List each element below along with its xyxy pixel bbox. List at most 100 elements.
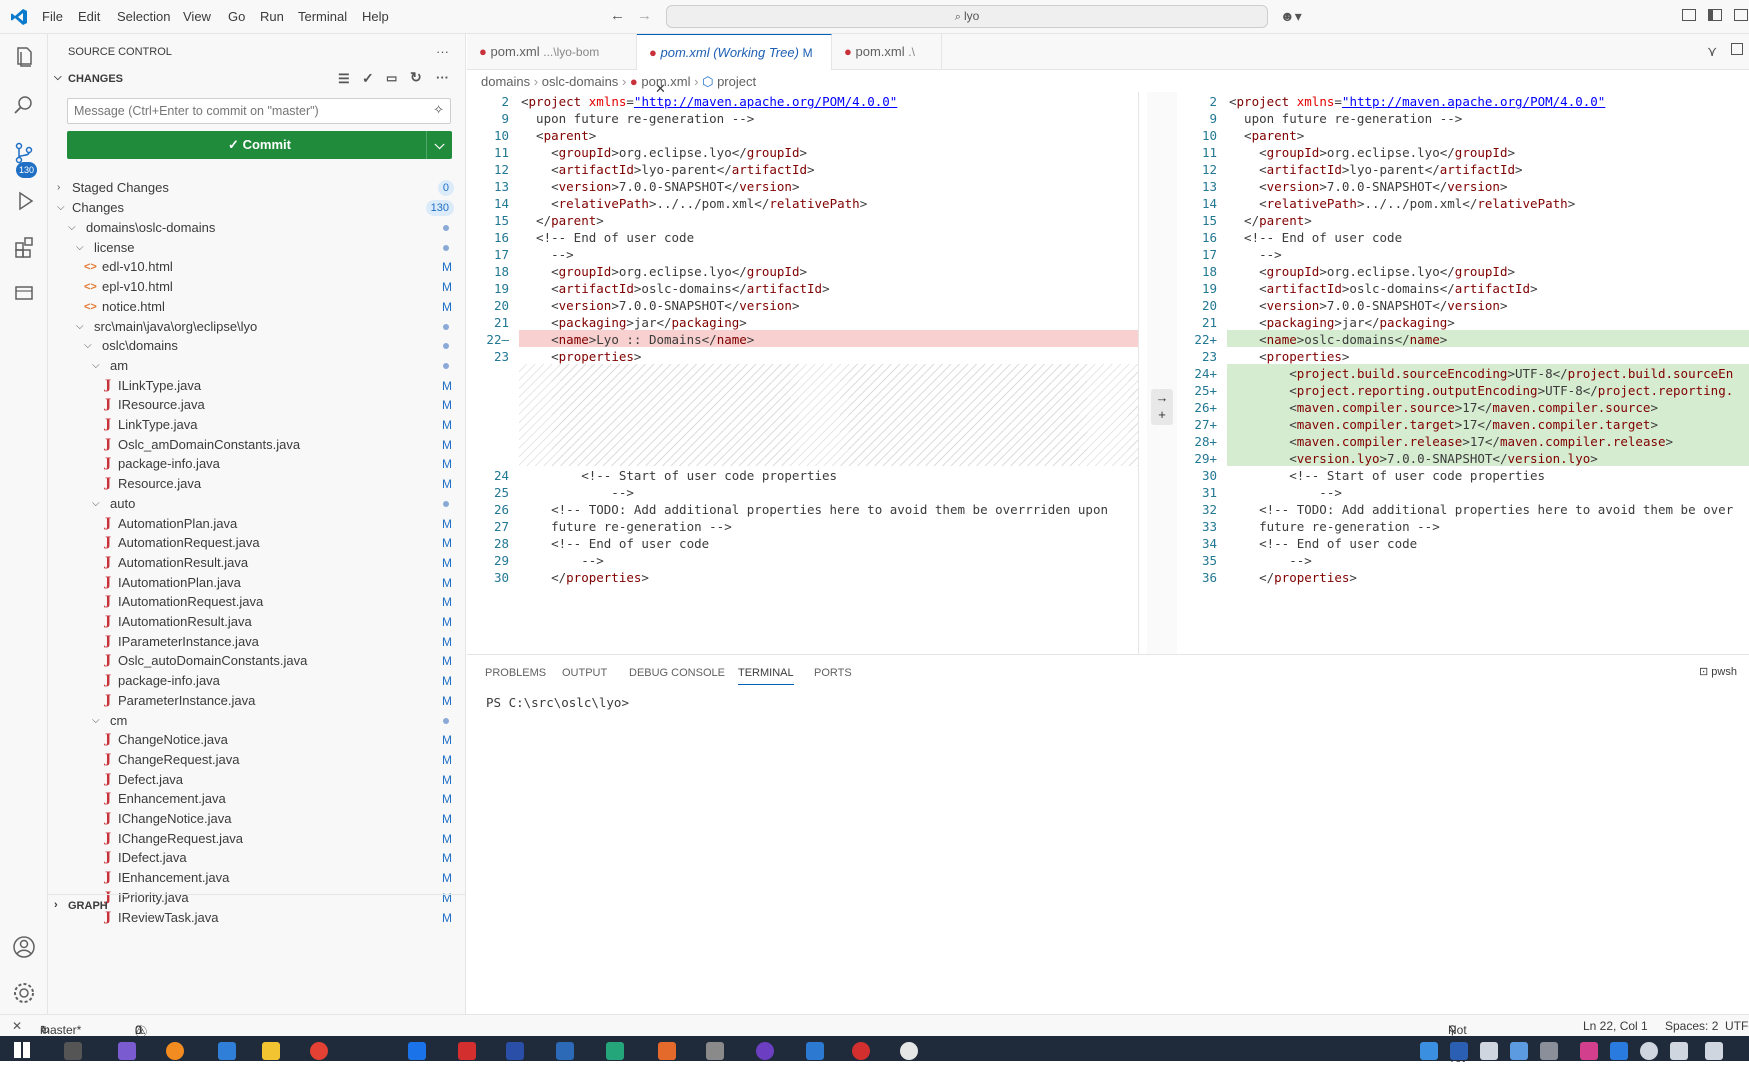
tray-icon[interactable] <box>1480 1042 1498 1060</box>
tray-icon[interactable] <box>1610 1042 1628 1060</box>
tree-file-item[interactable]: <> epl-v10.html M <box>48 276 466 298</box>
tab-pom-working-tree[interactable]: ● pom.xml (Working Tree) M ✕ <box>637 34 832 96</box>
cursor-position[interactable]: Ln 22, Col 1 <box>1583 1019 1648 1033</box>
refresh-icon[interactable]: ↻ <box>410 69 422 86</box>
tree-file-item[interactable]: J IChangeRequest.java M <box>48 828 466 850</box>
tree-file-item[interactable]: J Enhancement.java M <box>48 788 466 810</box>
tray-icon[interactable] <box>1640 1042 1658 1060</box>
network-icon[interactable] <box>1705 1042 1723 1060</box>
search-view-icon[interactable] <box>11 92 37 118</box>
taskbar-folder-icon[interactable] <box>262 1042 280 1060</box>
copilot-icon[interactable]: ☻▾ <box>1280 8 1302 25</box>
taskbar-app-icon[interactable] <box>506 1042 524 1060</box>
tree-file-item[interactable]: J AutomationRequest.java M <box>48 532 466 554</box>
sync-icon[interactable]: ↻ <box>40 1023 50 1037</box>
indentation[interactable]: Spaces: 2 <box>1665 1019 1718 1033</box>
tree-file-item[interactable]: Jpackage-info.java M <box>48 453 466 475</box>
breadcrumb-item[interactable]: pom.xml <box>641 74 690 89</box>
windows-start-icon[interactable] <box>14 1042 30 1058</box>
tray-icon[interactable] <box>1420 1042 1438 1060</box>
toggle-panel-icon[interactable] <box>1734 9 1748 21</box>
tree-file-item[interactable]: J IAutomationRequest.java M <box>48 591 466 613</box>
taskbar-app-icon[interactable] <box>806 1042 824 1060</box>
tree-file-item[interactable]: J IParameterInstance.java M <box>48 631 466 653</box>
tree-file-item[interactable]: J AutomationPlan.java M <box>48 513 466 535</box>
commit-button[interactable]: ✓ Commit ⌵ <box>67 131 452 159</box>
taskbar-app-icon[interactable] <box>556 1042 574 1060</box>
taskbar-app-icon[interactable] <box>658 1042 676 1060</box>
menu-help[interactable]: Help <box>362 9 389 24</box>
view-as-tree-icon[interactable]: ☰ <box>338 71 350 87</box>
menu-edit[interactable]: Edit <box>78 9 100 24</box>
tree-file-item[interactable]: J AutomationResult.java M <box>48 552 466 574</box>
terminal-shell-selector[interactable]: ⊡ pwsh <box>1699 665 1737 678</box>
menu-terminal[interactable]: Terminal <box>298 9 347 24</box>
taskbar-app-icon[interactable] <box>458 1042 476 1060</box>
tree-file-item[interactable]: J IEnhancement.java M <box>48 867 466 889</box>
menu-run[interactable]: Run <box>260 9 284 24</box>
tab-pom-root[interactable]: ● pom.xml .\ <box>832 34 942 70</box>
tree-file-item[interactable]: J IResource.java M <box>48 394 466 416</box>
terminal-output[interactable]: PS C:\src\oslc\lyo> <box>486 695 629 710</box>
breadcrumb-item[interactable]: project <box>717 74 756 89</box>
tree-folder-item[interactable]: ⌵ cm <box>48 710 466 732</box>
tree-file-item[interactable]: J ParameterInstance.java M <box>48 690 466 712</box>
diff-toggle-icon[interactable]: ⋎ <box>1707 43 1717 60</box>
more-actions-icon[interactable]: ··· <box>436 44 449 59</box>
taskbar-app-icon[interactable] <box>118 1042 136 1060</box>
encoding[interactable]: UTF- <box>1725 1019 1749 1033</box>
tree-file-item[interactable]: J Defect.java M <box>48 769 466 791</box>
tab-terminal[interactable]: TERMINAL <box>738 667 794 685</box>
taskbar-app-icon[interactable] <box>408 1042 426 1060</box>
tree-folder-item[interactable]: ⌵ src\main\java\org\eclipse\lyo <box>48 316 466 338</box>
volume-icon[interactable] <box>1670 1042 1688 1060</box>
taskbar-chrome-icon[interactable] <box>310 1042 328 1060</box>
diff-modified-pane[interactable]: 2 <project xmlns="http://maven.apache.org… <box>1179 92 1749 654</box>
manage-gear-icon[interactable] <box>11 980 37 1006</box>
tab-problems[interactable]: PROBLEMS <box>485 667 546 679</box>
diff-original-pane[interactable]: 2 <project xmlns="http://maven.apache.org… <box>467 92 1139 654</box>
taskbar-app-icon[interactable] <box>706 1042 724 1060</box>
tree-file-item[interactable]: J Oslc_autoDomainConstants.java M <box>48 650 466 672</box>
tree-file-item[interactable]: J ChangeRequest.java M <box>48 749 466 771</box>
extensions-icon[interactable] <box>11 234 37 260</box>
changes-more-icon[interactable]: ··· <box>436 70 449 85</box>
menu-selection[interactable]: Selection <box>117 9 170 24</box>
revert-change-icon[interactable]: → + <box>1151 389 1173 425</box>
tray-icon[interactable] <box>1450 1042 1468 1060</box>
tree-file-item[interactable]: <> notice.html M <box>48 296 466 318</box>
tab-ports[interactable]: PORTS <box>814 667 852 679</box>
menu-go[interactable]: Go <box>228 9 245 24</box>
tree-folder-item[interactable]: ⌵ auto <box>48 493 466 515</box>
changes-group[interactable]: ⌵ Changes 130 <box>48 197 466 219</box>
sparkle-icon[interactable]: ✧ <box>433 102 444 118</box>
remote-icon[interactable]: ✕ <box>12 1019 22 1033</box>
commit-message-input[interactable]: Message (Ctrl+Enter to commit on "master… <box>67 98 451 124</box>
tree-file-item[interactable]: J IChangeNotice.java M <box>48 808 466 830</box>
tree-file-item[interactable]: <> edl-v10.html M <box>48 256 466 278</box>
tree-folder-item[interactable]: ⌵ license <box>48 237 466 259</box>
tree-file-item[interactable]: J IDefect.java M <box>48 847 466 869</box>
taskbar-app-icon[interactable] <box>756 1042 774 1060</box>
tree-file-item[interactable]: Jpackage-info.java M <box>48 670 466 692</box>
tab-pom-lyo-bom[interactable]: ● pom.xml ...\lyo-bom <box>467 34 637 70</box>
remote-explorer-icon[interactable] <box>11 280 37 306</box>
tree-file-item[interactable]: J ChangeNotice.java M <box>48 729 466 751</box>
command-center-search[interactable]: ⌕ lyo <box>666 5 1268 28</box>
taskbar-app-icon[interactable] <box>900 1042 918 1060</box>
breadcrumb-item[interactable]: domains <box>481 74 530 89</box>
forward-arrow-icon[interactable]: → <box>637 7 652 24</box>
taskbar-app-icon[interactable] <box>64 1042 82 1060</box>
back-arrow-icon[interactable]: ← <box>610 7 625 24</box>
commit-message-icon[interactable]: ▭ <box>386 71 397 85</box>
taskbar-app-icon[interactable] <box>852 1042 870 1060</box>
breadcrumb-item[interactable]: oslc-domains <box>542 74 619 89</box>
graph-section-header[interactable]: › GRAPH <box>48 894 466 916</box>
tree-folder-item[interactable]: ⌵ domains\oslc-domains <box>48 217 466 239</box>
accounts-icon[interactable] <box>11 934 37 960</box>
tab-output[interactable]: OUTPUT <box>562 667 607 679</box>
taskbar-app-icon[interactable] <box>166 1042 184 1060</box>
commit-check-icon[interactable]: ✓ <box>362 70 374 87</box>
tab-debug-console[interactable]: DEBUG CONSOLE <box>629 667 725 679</box>
tree-file-item[interactable]: J IAutomationPlan.java M <box>48 572 466 594</box>
